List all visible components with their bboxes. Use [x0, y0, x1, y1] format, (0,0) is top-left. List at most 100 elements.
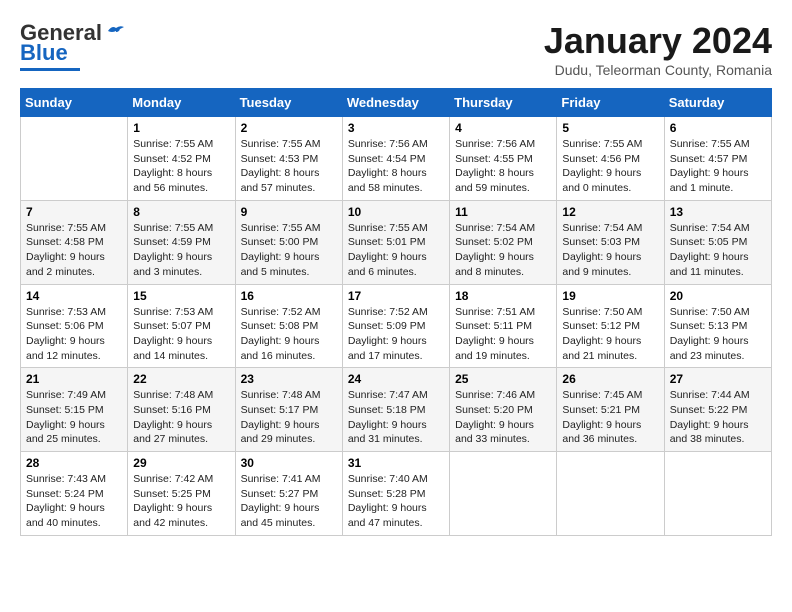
- calendar-cell: 13 Sunrise: 7:54 AMSunset: 5:05 PMDaylig…: [664, 200, 771, 284]
- days-header-row: SundayMondayTuesdayWednesdayThursdayFrid…: [21, 89, 772, 117]
- day-number: 1: [133, 121, 229, 135]
- day-number: 19: [562, 289, 658, 303]
- cell-content: Sunrise: 7:55 AMSunset: 4:59 PMDaylight:…: [133, 222, 213, 278]
- calendar-cell: 20 Sunrise: 7:50 AMSunset: 5:13 PMDaylig…: [664, 284, 771, 368]
- calendar-cell: 24 Sunrise: 7:47 AMSunset: 5:18 PMDaylig…: [342, 368, 449, 452]
- day-number: 4: [455, 121, 551, 135]
- cell-content: Sunrise: 7:41 AMSunset: 5:27 PMDaylight:…: [241, 473, 321, 529]
- calendar-cell: 5 Sunrise: 7:55 AMSunset: 4:56 PMDayligh…: [557, 117, 664, 201]
- day-number: 8: [133, 205, 229, 219]
- cell-content: Sunrise: 7:53 AMSunset: 5:07 PMDaylight:…: [133, 306, 213, 362]
- week-row-2: 7 Sunrise: 7:55 AMSunset: 4:58 PMDayligh…: [21, 200, 772, 284]
- title-area: January 2024 Dudu, Teleorman County, Rom…: [544, 20, 772, 78]
- calendar-cell: 17 Sunrise: 7:52 AMSunset: 5:09 PMDaylig…: [342, 284, 449, 368]
- day-number: 14: [26, 289, 122, 303]
- calendar-cell: 22 Sunrise: 7:48 AMSunset: 5:16 PMDaylig…: [128, 368, 235, 452]
- day-number: 29: [133, 456, 229, 470]
- day-number: 18: [455, 289, 551, 303]
- week-row-1: 1 Sunrise: 7:55 AMSunset: 4:52 PMDayligh…: [21, 117, 772, 201]
- calendar-cell: 31 Sunrise: 7:40 AMSunset: 5:28 PMDaylig…: [342, 452, 449, 536]
- logo-underline: [20, 68, 80, 71]
- day-number: 2: [241, 121, 337, 135]
- calendar-cell: 27 Sunrise: 7:44 AMSunset: 5:22 PMDaylig…: [664, 368, 771, 452]
- day-number: 30: [241, 456, 337, 470]
- cell-content: Sunrise: 7:54 AMSunset: 5:02 PMDaylight:…: [455, 222, 535, 278]
- day-number: 21: [26, 372, 122, 386]
- day-number: 28: [26, 456, 122, 470]
- calendar-cell: 3 Sunrise: 7:56 AMSunset: 4:54 PMDayligh…: [342, 117, 449, 201]
- cell-content: Sunrise: 7:40 AMSunset: 5:28 PMDaylight:…: [348, 473, 428, 529]
- calendar-cell: [450, 452, 557, 536]
- calendar-cell: 19 Sunrise: 7:50 AMSunset: 5:12 PMDaylig…: [557, 284, 664, 368]
- location: Dudu, Teleorman County, Romania: [544, 62, 772, 78]
- calendar-cell: 25 Sunrise: 7:46 AMSunset: 5:20 PMDaylig…: [450, 368, 557, 452]
- calendar-cell: 16 Sunrise: 7:52 AMSunset: 5:08 PMDaylig…: [235, 284, 342, 368]
- calendar-cell: 7 Sunrise: 7:55 AMSunset: 4:58 PMDayligh…: [21, 200, 128, 284]
- calendar-cell: 8 Sunrise: 7:55 AMSunset: 4:59 PMDayligh…: [128, 200, 235, 284]
- calendar-cell: 21 Sunrise: 7:49 AMSunset: 5:15 PMDaylig…: [21, 368, 128, 452]
- day-number: 20: [670, 289, 766, 303]
- cell-content: Sunrise: 7:54 AMSunset: 5:03 PMDaylight:…: [562, 222, 642, 278]
- calendar-cell: 6 Sunrise: 7:55 AMSunset: 4:57 PMDayligh…: [664, 117, 771, 201]
- calendar-cell: 1 Sunrise: 7:55 AMSunset: 4:52 PMDayligh…: [128, 117, 235, 201]
- day-number: 6: [670, 121, 766, 135]
- logo-bird-icon: [106, 23, 126, 39]
- day-number: 17: [348, 289, 444, 303]
- cell-content: Sunrise: 7:55 AMSunset: 4:52 PMDaylight:…: [133, 138, 213, 194]
- col-header-saturday: Saturday: [664, 89, 771, 117]
- day-number: 9: [241, 205, 337, 219]
- calendar-cell: 12 Sunrise: 7:54 AMSunset: 5:03 PMDaylig…: [557, 200, 664, 284]
- calendar-table: SundayMondayTuesdayWednesdayThursdayFrid…: [20, 88, 772, 536]
- day-number: 11: [455, 205, 551, 219]
- cell-content: Sunrise: 7:52 AMSunset: 5:09 PMDaylight:…: [348, 306, 428, 362]
- calendar-cell: 4 Sunrise: 7:56 AMSunset: 4:55 PMDayligh…: [450, 117, 557, 201]
- day-number: 27: [670, 372, 766, 386]
- calendar-cell: 15 Sunrise: 7:53 AMSunset: 5:07 PMDaylig…: [128, 284, 235, 368]
- calendar-cell: 10 Sunrise: 7:55 AMSunset: 5:01 PMDaylig…: [342, 200, 449, 284]
- col-header-sunday: Sunday: [21, 89, 128, 117]
- cell-content: Sunrise: 7:49 AMSunset: 5:15 PMDaylight:…: [26, 389, 106, 445]
- calendar-cell: 11 Sunrise: 7:54 AMSunset: 5:02 PMDaylig…: [450, 200, 557, 284]
- cell-content: Sunrise: 7:55 AMSunset: 4:57 PMDaylight:…: [670, 138, 750, 194]
- day-number: 7: [26, 205, 122, 219]
- cell-content: Sunrise: 7:51 AMSunset: 5:11 PMDaylight:…: [455, 306, 535, 362]
- calendar-cell: [557, 452, 664, 536]
- cell-content: Sunrise: 7:55 AMSunset: 5:01 PMDaylight:…: [348, 222, 428, 278]
- calendar-cell: 14 Sunrise: 7:53 AMSunset: 5:06 PMDaylig…: [21, 284, 128, 368]
- day-number: 3: [348, 121, 444, 135]
- week-row-3: 14 Sunrise: 7:53 AMSunset: 5:06 PMDaylig…: [21, 284, 772, 368]
- day-number: 25: [455, 372, 551, 386]
- cell-content: Sunrise: 7:43 AMSunset: 5:24 PMDaylight:…: [26, 473, 106, 529]
- cell-content: Sunrise: 7:42 AMSunset: 5:25 PMDaylight:…: [133, 473, 213, 529]
- day-number: 23: [241, 372, 337, 386]
- col-header-thursday: Thursday: [450, 89, 557, 117]
- day-number: 26: [562, 372, 658, 386]
- col-header-wednesday: Wednesday: [342, 89, 449, 117]
- day-number: 31: [348, 456, 444, 470]
- day-number: 5: [562, 121, 658, 135]
- day-number: 10: [348, 205, 444, 219]
- cell-content: Sunrise: 7:47 AMSunset: 5:18 PMDaylight:…: [348, 389, 428, 445]
- week-row-5: 28 Sunrise: 7:43 AMSunset: 5:24 PMDaylig…: [21, 452, 772, 536]
- calendar-cell: 28 Sunrise: 7:43 AMSunset: 5:24 PMDaylig…: [21, 452, 128, 536]
- calendar-cell: [664, 452, 771, 536]
- day-number: 16: [241, 289, 337, 303]
- cell-content: Sunrise: 7:56 AMSunset: 4:54 PMDaylight:…: [348, 138, 428, 194]
- calendar-cell: 18 Sunrise: 7:51 AMSunset: 5:11 PMDaylig…: [450, 284, 557, 368]
- calendar-cell: 26 Sunrise: 7:45 AMSunset: 5:21 PMDaylig…: [557, 368, 664, 452]
- calendar-cell: 9 Sunrise: 7:55 AMSunset: 5:00 PMDayligh…: [235, 200, 342, 284]
- cell-content: Sunrise: 7:55 AMSunset: 4:56 PMDaylight:…: [562, 138, 642, 194]
- cell-content: Sunrise: 7:56 AMSunset: 4:55 PMDaylight:…: [455, 138, 535, 194]
- cell-content: Sunrise: 7:45 AMSunset: 5:21 PMDaylight:…: [562, 389, 642, 445]
- cell-content: Sunrise: 7:53 AMSunset: 5:06 PMDaylight:…: [26, 306, 106, 362]
- day-number: 15: [133, 289, 229, 303]
- day-number: 22: [133, 372, 229, 386]
- cell-content: Sunrise: 7:55 AMSunset: 4:58 PMDaylight:…: [26, 222, 106, 278]
- cell-content: Sunrise: 7:52 AMSunset: 5:08 PMDaylight:…: [241, 306, 321, 362]
- logo: General Blue: [20, 20, 126, 71]
- col-header-tuesday: Tuesday: [235, 89, 342, 117]
- calendar-cell: 23 Sunrise: 7:48 AMSunset: 5:17 PMDaylig…: [235, 368, 342, 452]
- cell-content: Sunrise: 7:55 AMSunset: 5:00 PMDaylight:…: [241, 222, 321, 278]
- cell-content: Sunrise: 7:50 AMSunset: 5:13 PMDaylight:…: [670, 306, 750, 362]
- calendar-cell: [21, 117, 128, 201]
